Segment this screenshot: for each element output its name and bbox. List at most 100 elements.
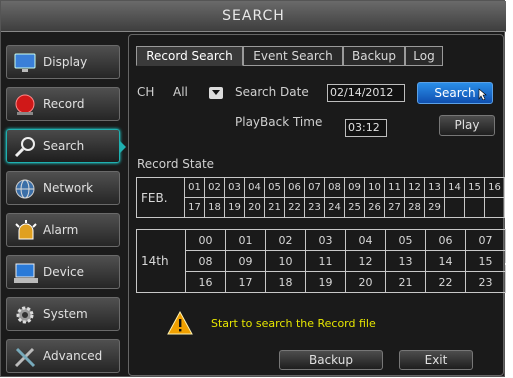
sidebar-item-display[interactable]: Display	[6, 45, 120, 79]
sidebar-item-label: Search	[43, 139, 85, 153]
day-label: 14th	[136, 229, 186, 293]
hour-cell[interactable]: 21	[385, 271, 426, 293]
day-cell[interactable]: 29	[424, 197, 445, 218]
sidebar-item-label: Advanced	[43, 349, 103, 363]
hour-cell[interactable]: 20	[345, 271, 386, 293]
day-cell[interactable]: 23	[304, 197, 325, 218]
record-state-label: Record State	[137, 157, 215, 171]
search-date-field[interactable]: 02/14/2012	[327, 84, 405, 102]
sidebar-item-device[interactable]: Device	[6, 255, 120, 289]
tab-record-search[interactable]: Record Search	[136, 46, 243, 66]
ch-select-value[interactable]: All	[173, 85, 188, 99]
playback-time-field[interactable]: 03:12	[345, 119, 387, 137]
tab-event-search[interactable]: Event Search	[243, 46, 343, 66]
day-cell[interactable]: 02	[204, 177, 225, 198]
day-cell[interactable]: 26	[364, 197, 385, 218]
day-cell[interactable]: 28	[404, 197, 425, 218]
gear-icon	[13, 303, 39, 327]
day-cell[interactable]: 08	[324, 177, 345, 198]
day-cell[interactable]: 07	[304, 177, 325, 198]
hour-cell[interactable]: 15	[465, 250, 506, 272]
sidebar-item-label: Display	[43, 55, 88, 69]
day-cell[interactable]: 12	[404, 177, 425, 198]
window-title: SEARCH	[1, 1, 506, 32]
hour-cell[interactable]: 19	[305, 271, 346, 293]
tab-backup[interactable]: Backup	[343, 46, 405, 66]
hour-cell[interactable]: 01	[225, 229, 266, 251]
sidebar-item-record[interactable]: Record	[6, 87, 120, 121]
day-cell[interactable]: 13	[424, 177, 445, 198]
hour-cell[interactable]: 16	[185, 271, 226, 293]
day-cell[interactable]: 06	[284, 177, 305, 198]
day-cell[interactable]: 01	[184, 177, 205, 198]
hour-cell[interactable]: 00	[185, 229, 226, 251]
day-cell[interactable]: 04	[244, 177, 265, 198]
day-cell[interactable]: 17	[184, 197, 205, 218]
hour-grid: 14th 00 01 02 03 04 05 06 07 08 09 10 11…	[136, 229, 506, 293]
search-button-label: Search	[434, 86, 476, 100]
sidebar-item-system[interactable]: System	[6, 297, 120, 331]
hour-cell[interactable]: 10	[265, 250, 306, 272]
day-cell[interactable]: 24	[324, 197, 345, 218]
day-cell[interactable]: 14	[444, 177, 465, 198]
sidebar-item-network[interactable]: Network	[6, 171, 120, 205]
day-cell[interactable]: 05	[264, 177, 285, 198]
day-cell[interactable]: 16	[484, 177, 505, 198]
hour-cell[interactable]: 12	[345, 250, 386, 272]
day-cell[interactable]: 22	[284, 197, 305, 218]
sidebar-item-alarm[interactable]: Alarm	[6, 213, 120, 247]
day-cell[interactable]: 03	[224, 177, 245, 198]
monitor-icon	[13, 51, 39, 75]
backup-button[interactable]: Backup	[279, 350, 383, 370]
hour-cell[interactable]: 05	[385, 229, 426, 251]
hour-cell[interactable]: 17	[225, 271, 266, 293]
sidebar-item-label: Network	[43, 181, 94, 195]
day-cell-empty	[464, 197, 485, 218]
tab-log[interactable]: Log	[405, 46, 443, 66]
day-cell-empty	[444, 197, 465, 218]
dvr-window: SEARCH Display Record Search Network Ala…	[0, 0, 506, 378]
sidebar-item-advanced[interactable]: Advanced	[6, 339, 120, 373]
warning-icon	[167, 310, 193, 335]
day-cell[interactable]: 15	[464, 177, 485, 198]
sidebar: Display Record Search Network Alarm Devi…	[1, 33, 126, 378]
hour-cell[interactable]: 06	[425, 229, 466, 251]
chevron-down-icon	[212, 90, 220, 95]
day-cell[interactable]: 09	[344, 177, 365, 198]
hour-cell[interactable]: 14	[425, 250, 466, 272]
hour-cell[interactable]: 23	[465, 271, 506, 293]
month-label: FEB.	[136, 177, 185, 218]
playback-time-label: PlayBack Time	[235, 115, 323, 129]
month-calendar-grid: FEB. 01 02 03 04 05 06 07 08 09 10 11 12…	[136, 177, 505, 218]
day-cell[interactable]: 11	[384, 177, 405, 198]
magnifier-icon	[13, 135, 39, 159]
day-cell[interactable]: 21	[264, 197, 285, 218]
hour-cell[interactable]: 08	[185, 250, 226, 272]
hour-cell[interactable]: 09	[225, 250, 266, 272]
hour-cell[interactable]: 03	[305, 229, 346, 251]
hour-cell[interactable]: 22	[425, 271, 466, 293]
play-button[interactable]: Play	[439, 115, 495, 136]
sidebar-item-label: Alarm	[43, 223, 79, 237]
edge-marker	[505, 263, 513, 265]
sidebar-item-search[interactable]: Search	[6, 129, 120, 163]
search-button[interactable]: Search	[417, 82, 493, 104]
day-cell[interactable]: 18	[204, 197, 225, 218]
hour-cell[interactable]: 04	[345, 229, 386, 251]
tools-icon	[13, 345, 39, 369]
day-cell[interactable]: 27	[384, 197, 405, 218]
ch-dropdown-button[interactable]	[209, 87, 223, 99]
hour-cell[interactable]: 02	[265, 229, 306, 251]
network-globe-icon	[13, 177, 39, 201]
exit-button[interactable]: Exit	[399, 350, 473, 370]
active-item-pointer	[120, 141, 126, 153]
hour-cell[interactable]: 18	[265, 271, 306, 293]
day-cell[interactable]: 20	[244, 197, 265, 218]
hour-cell[interactable]: 07	[465, 229, 506, 251]
day-cell[interactable]: 25	[344, 197, 365, 218]
day-cell[interactable]: 19	[224, 197, 245, 218]
hour-cell[interactable]: 11	[305, 250, 346, 272]
hour-cell[interactable]: 13	[385, 250, 426, 272]
search-date-label: Search Date	[235, 85, 309, 99]
day-cell[interactable]: 10	[364, 177, 385, 198]
